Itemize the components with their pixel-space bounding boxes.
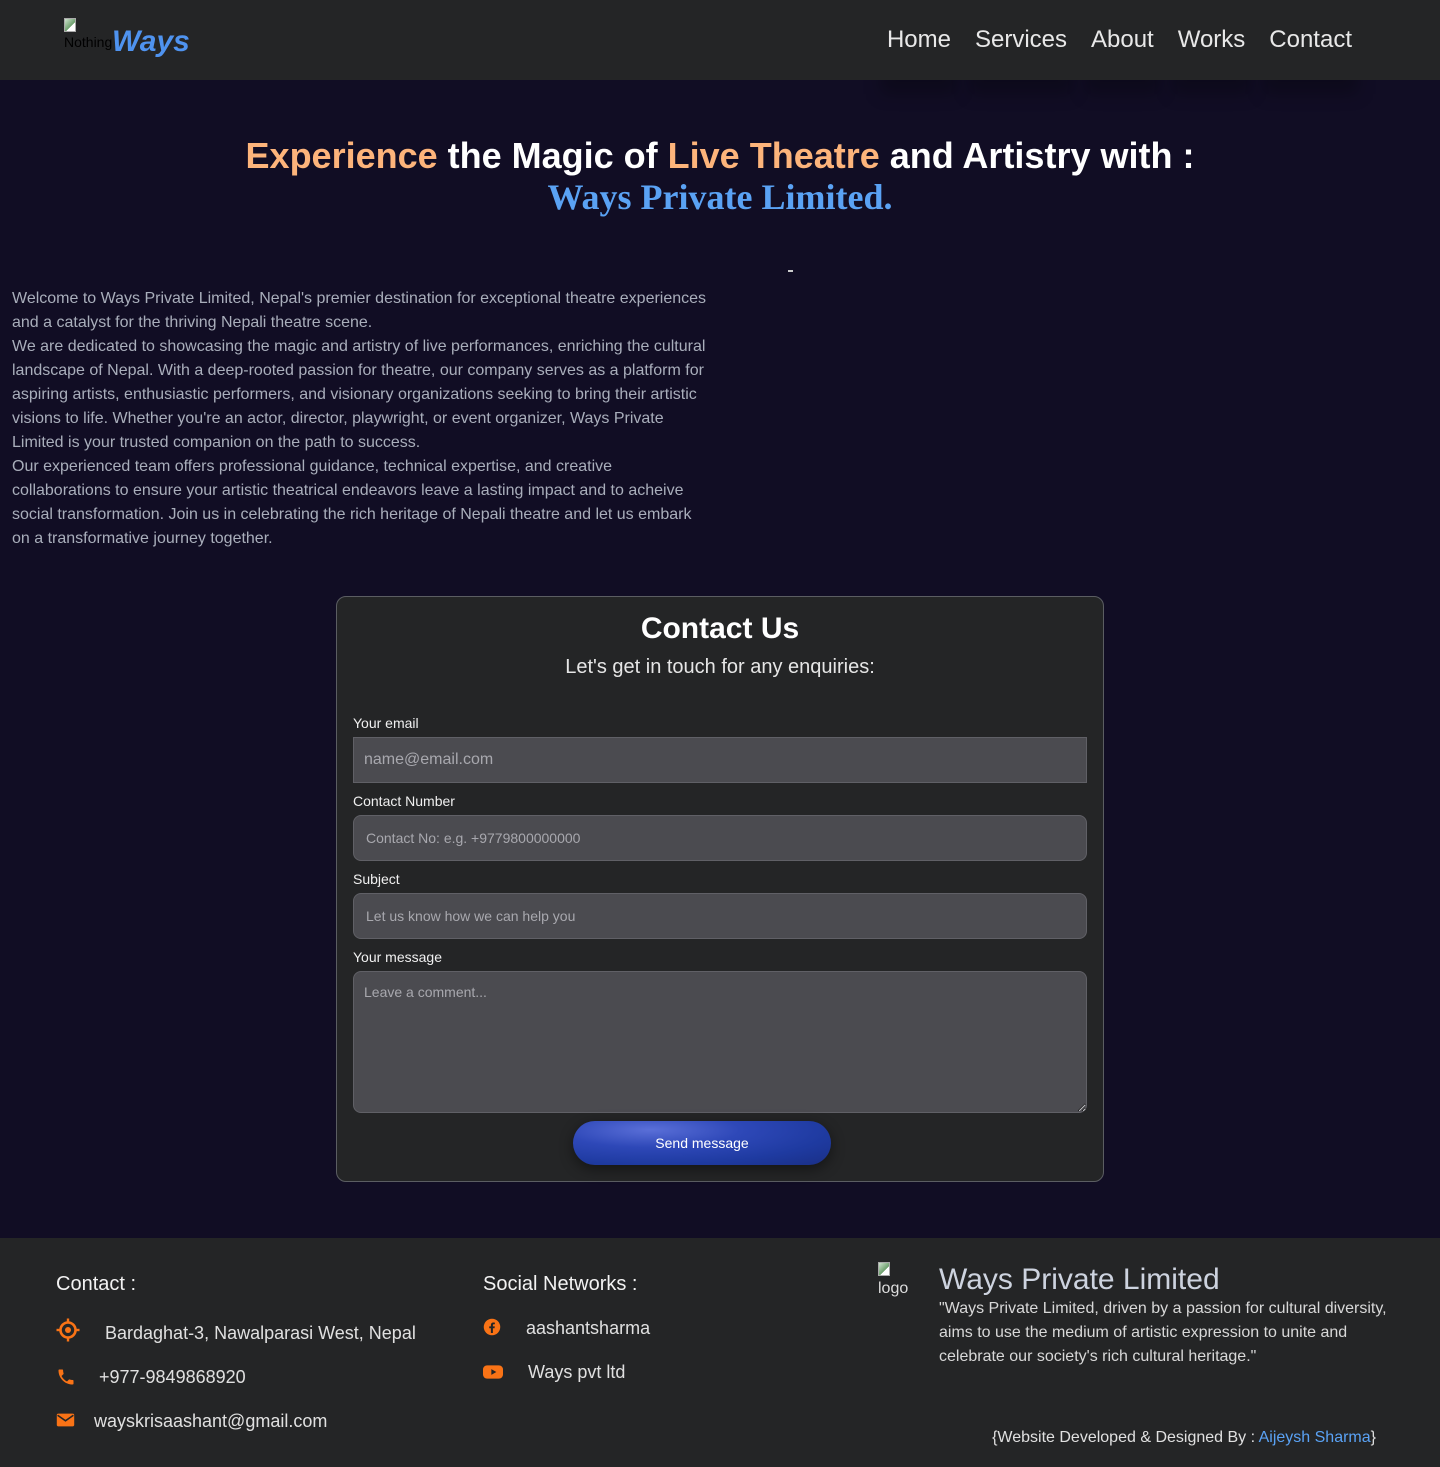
developer-credit: {Website Developed & Designed By : Aijey…	[992, 1427, 1376, 1449]
email-label: Your email	[353, 715, 419, 731]
footer-quote: "Ways Private Limited, driven by a passi…	[939, 1300, 1387, 1365]
facebook-icon[interactable]	[483, 1318, 501, 1336]
nav-home[interactable]: Home	[887, 24, 951, 56]
hero-title-accent-2: Live Theatre	[667, 135, 880, 176]
about-text: Welcome to Ways Private Limited, Nepal's…	[12, 287, 712, 551]
hero-title-text-1: the Magic of	[437, 135, 668, 176]
contact-title: Contact Us	[640, 612, 800, 645]
subject-label: Subject	[353, 871, 400, 887]
facebook-link[interactable]: aashantsharma	[526, 1316, 650, 1340]
footer-brand: Ways Private Limited	[939, 1263, 1220, 1296]
nav-contact[interactable]: Contact	[1269, 24, 1352, 56]
logo-image[interactable]: Nothing	[64, 18, 112, 54]
message-field[interactable]	[353, 971, 1087, 1113]
footer-email[interactable]: wayskrisaashant@gmail.com	[94, 1409, 327, 1433]
developer-link[interactable]: Aijeysh Sharma	[1259, 1429, 1371, 1446]
hero-title-accent-1: Experience	[245, 135, 438, 176]
nav-works[interactable]: Works	[1178, 24, 1246, 56]
youtube-link[interactable]: Ways pvt ltd	[528, 1360, 625, 1384]
hero-title-text-2: and Artistry with :	[879, 135, 1195, 176]
main-nav: Home Services About Works Contact	[887, 24, 1352, 56]
nav-about[interactable]: About	[1091, 24, 1154, 56]
location-icon	[56, 1318, 80, 1342]
message-label: Your message	[353, 949, 442, 965]
broken-image-icon	[878, 1262, 890, 1276]
about-paragraph: We are dedicated to showcasing the magic…	[12, 338, 706, 451]
phone-field[interactable]	[353, 815, 1087, 861]
footer-phone[interactable]: +977-9849868920	[99, 1365, 246, 1389]
footer-logo-image: logo	[878, 1262, 918, 1298]
email-field[interactable]	[353, 737, 1087, 783]
hero-title: Experience the Magic of Live Theatre and…	[0, 134, 1440, 178]
about-paragraph: Our experienced team offers professional…	[12, 458, 692, 547]
footer-contact-heading: Contact :	[56, 1273, 137, 1295]
contact-form: Contact Us Let's get in touch for any en…	[336, 596, 1104, 1182]
youtube-icon[interactable]	[483, 1362, 503, 1382]
hero-subtitle: Ways Private Limited.	[547, 177, 893, 217]
contact-subtitle: Let's get in touch for any enquiries:	[565, 656, 875, 678]
site-header: Nothing Ways Home Services About Works C…	[0, 0, 1440, 80]
hero-image-placeholder	[788, 270, 793, 272]
credit-suffix: }	[1370, 1429, 1376, 1446]
footer-address: Bardaghat-3, Nawalparasi West, Nepal	[105, 1323, 416, 1343]
about-paragraph: Welcome to Ways Private Limited, Nepal's…	[12, 290, 707, 331]
brand-name[interactable]: Ways	[112, 24, 190, 60]
credit-prefix: {Website Developed & Designed By :	[992, 1429, 1259, 1446]
subject-field[interactable]	[353, 893, 1087, 939]
send-message-button[interactable]: Send message	[573, 1121, 831, 1165]
phone-icon	[58, 1369, 74, 1385]
nav-services[interactable]: Services	[975, 24, 1067, 56]
footer-logo-alt: logo	[878, 1280, 909, 1297]
logo-alt-text: Nothing	[64, 34, 112, 50]
phone-label: Contact Number	[353, 793, 455, 809]
broken-image-icon	[64, 18, 76, 32]
footer-social-heading: Social Networks :	[483, 1273, 638, 1295]
envelope-icon	[56, 1413, 75, 1427]
